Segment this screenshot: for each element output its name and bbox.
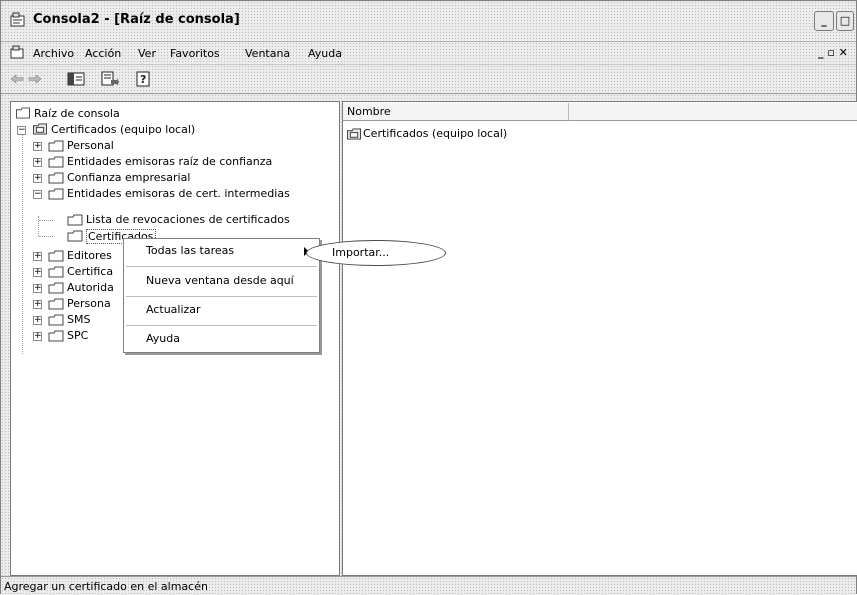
list-pane[interactable]: Nombre Certificados (equipo local) — [342, 101, 857, 576]
expand-icon[interactable]: + — [33, 284, 42, 293]
window-title: Consola2 - [Raíz de consola] — [33, 12, 240, 27]
console-app-icon — [10, 12, 25, 27]
menu-separator — [126, 266, 317, 267]
folder-icon — [48, 298, 64, 310]
folder-icon — [48, 140, 64, 152]
context-menu: Todas las tareas Nueva ventana desde aqu… — [123, 238, 320, 353]
tree-connector — [39, 236, 53, 237]
back-arrow-icon[interactable] — [10, 71, 24, 87]
expand-icon[interactable]: + — [33, 300, 42, 309]
certificate-store-icon — [347, 128, 361, 140]
folder-icon — [48, 172, 64, 184]
expand-icon[interactable]: + — [33, 268, 42, 277]
menu-item-help[interactable]: Ayuda — [124, 329, 319, 349]
column-header-empty[interactable] — [569, 103, 857, 121]
menu-item-new-window[interactable]: Nueva ventana desde aquí — [124, 271, 319, 291]
folder-icon — [48, 282, 64, 294]
certificate-store-icon — [33, 123, 47, 135]
export-list-icon[interactable] — [101, 71, 119, 87]
tree-connector — [22, 132, 23, 354]
expand-icon[interactable]: + — [33, 174, 42, 183]
menu-favoritos[interactable]: Favoritos — [170, 47, 220, 60]
menu-separator — [126, 296, 317, 297]
expand-icon[interactable]: + — [33, 252, 42, 261]
menu-accion[interactable]: Acción — [85, 47, 121, 60]
folder-icon — [48, 266, 64, 278]
collapse-icon[interactable]: − — [17, 126, 26, 135]
folder-icon — [67, 214, 83, 226]
status-text: Agregar un certificado en el almacén — [4, 580, 208, 593]
console-menu-icon[interactable] — [10, 45, 26, 60]
folder-icon — [48, 188, 64, 200]
svg-text:?: ? — [140, 73, 146, 86]
expand-icon[interactable]: + — [33, 158, 42, 167]
mmc-window: Consola2 - [Raíz de consola] _ □ Archivo… — [0, 0, 857, 595]
menu-bar: Archivo Acción Ver Favoritos Ventana Ayu… — [1, 42, 856, 65]
menu-ventana[interactable]: Ventana — [245, 47, 290, 60]
expand-icon[interactable]: + — [33, 332, 42, 341]
mdi-controls[interactable]: _ ▫ ✕ — [818, 46, 848, 59]
menu-item-all-tasks[interactable]: Todas las tareas — [124, 241, 319, 261]
menu-ver[interactable]: Ver — [138, 47, 156, 60]
folder-icon — [48, 330, 64, 342]
status-bar: Agregar un certificado en el almacén — [1, 576, 856, 595]
help-icon[interactable]: ? — [135, 71, 153, 87]
column-header-nombre[interactable]: Nombre — [343, 103, 569, 121]
submenu: Importar... — [306, 240, 446, 266]
maximize-button[interactable]: □ — [836, 11, 854, 31]
collapse-icon[interactable]: − — [33, 190, 42, 199]
folder-icon — [67, 230, 83, 242]
menu-ayuda[interactable]: Ayuda — [308, 47, 342, 60]
forward-arrow-icon[interactable] — [28, 71, 42, 87]
toolbar: ? — [1, 65, 856, 94]
folder-icon — [48, 250, 64, 262]
folder-icon — [16, 107, 30, 119]
menu-archivo[interactable]: Archivo — [33, 47, 74, 60]
tree-connector — [38, 216, 39, 236]
title-bar[interactable]: Consola2 - [Raíz de consola] _ □ — [1, 1, 856, 42]
show-hide-tree-icon[interactable] — [67, 71, 85, 87]
folder-icon — [48, 156, 64, 168]
expand-icon[interactable]: + — [33, 142, 42, 151]
menu-item-import[interactable]: Importar... — [332, 246, 389, 259]
tree-connector — [39, 220, 53, 221]
menu-separator — [126, 325, 317, 326]
folder-icon — [48, 314, 64, 326]
minimize-button[interactable]: _ — [814, 11, 834, 31]
menu-item-refresh[interactable]: Actualizar — [124, 300, 319, 320]
expand-icon[interactable]: + — [33, 316, 42, 325]
